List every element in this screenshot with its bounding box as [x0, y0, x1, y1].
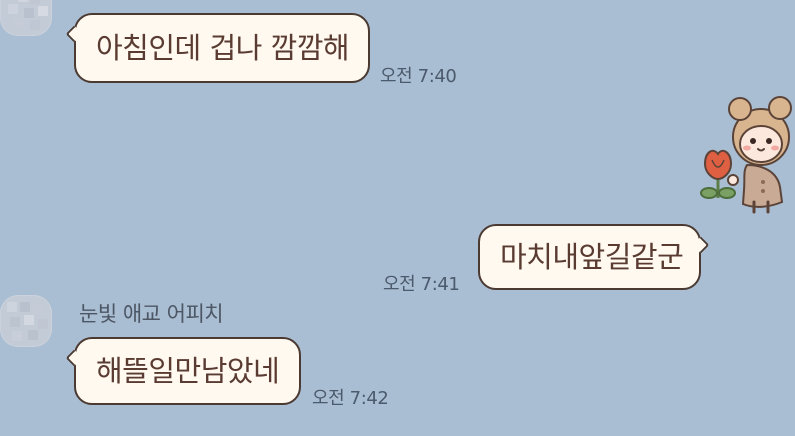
message-time-2: 오전 7:41	[383, 274, 460, 295]
bubble-tail	[65, 25, 83, 43]
sender-avatar[interactable]	[0, 295, 52, 347]
message-text-1: 아침인데 겁나 깜깜해	[96, 30, 350, 65]
bubble-tail	[692, 236, 710, 254]
bubble-tail	[65, 349, 83, 367]
message-bubble-3[interactable]: 해뜰일만남았네	[65, 337, 301, 405]
avatar-top[interactable]	[0, 0, 52, 36]
message-bubble-2[interactable]: 마치내앞길같군	[478, 224, 710, 290]
message-bubble-1[interactable]: 아침인데 겁나 깜깜해	[65, 13, 370, 83]
message-text-3: 해뜰일만남았네	[96, 353, 280, 388]
sender-name: 눈빛 애교 어피치	[79, 302, 224, 326]
girl-with-bear-ears-holding-flower-icon	[700, 96, 792, 214]
message-time-1: 오전 7:40	[380, 66, 457, 87]
message-text-2: 마치내앞길같군	[500, 239, 684, 274]
message-time-3: 오전 7:42	[312, 388, 389, 409]
